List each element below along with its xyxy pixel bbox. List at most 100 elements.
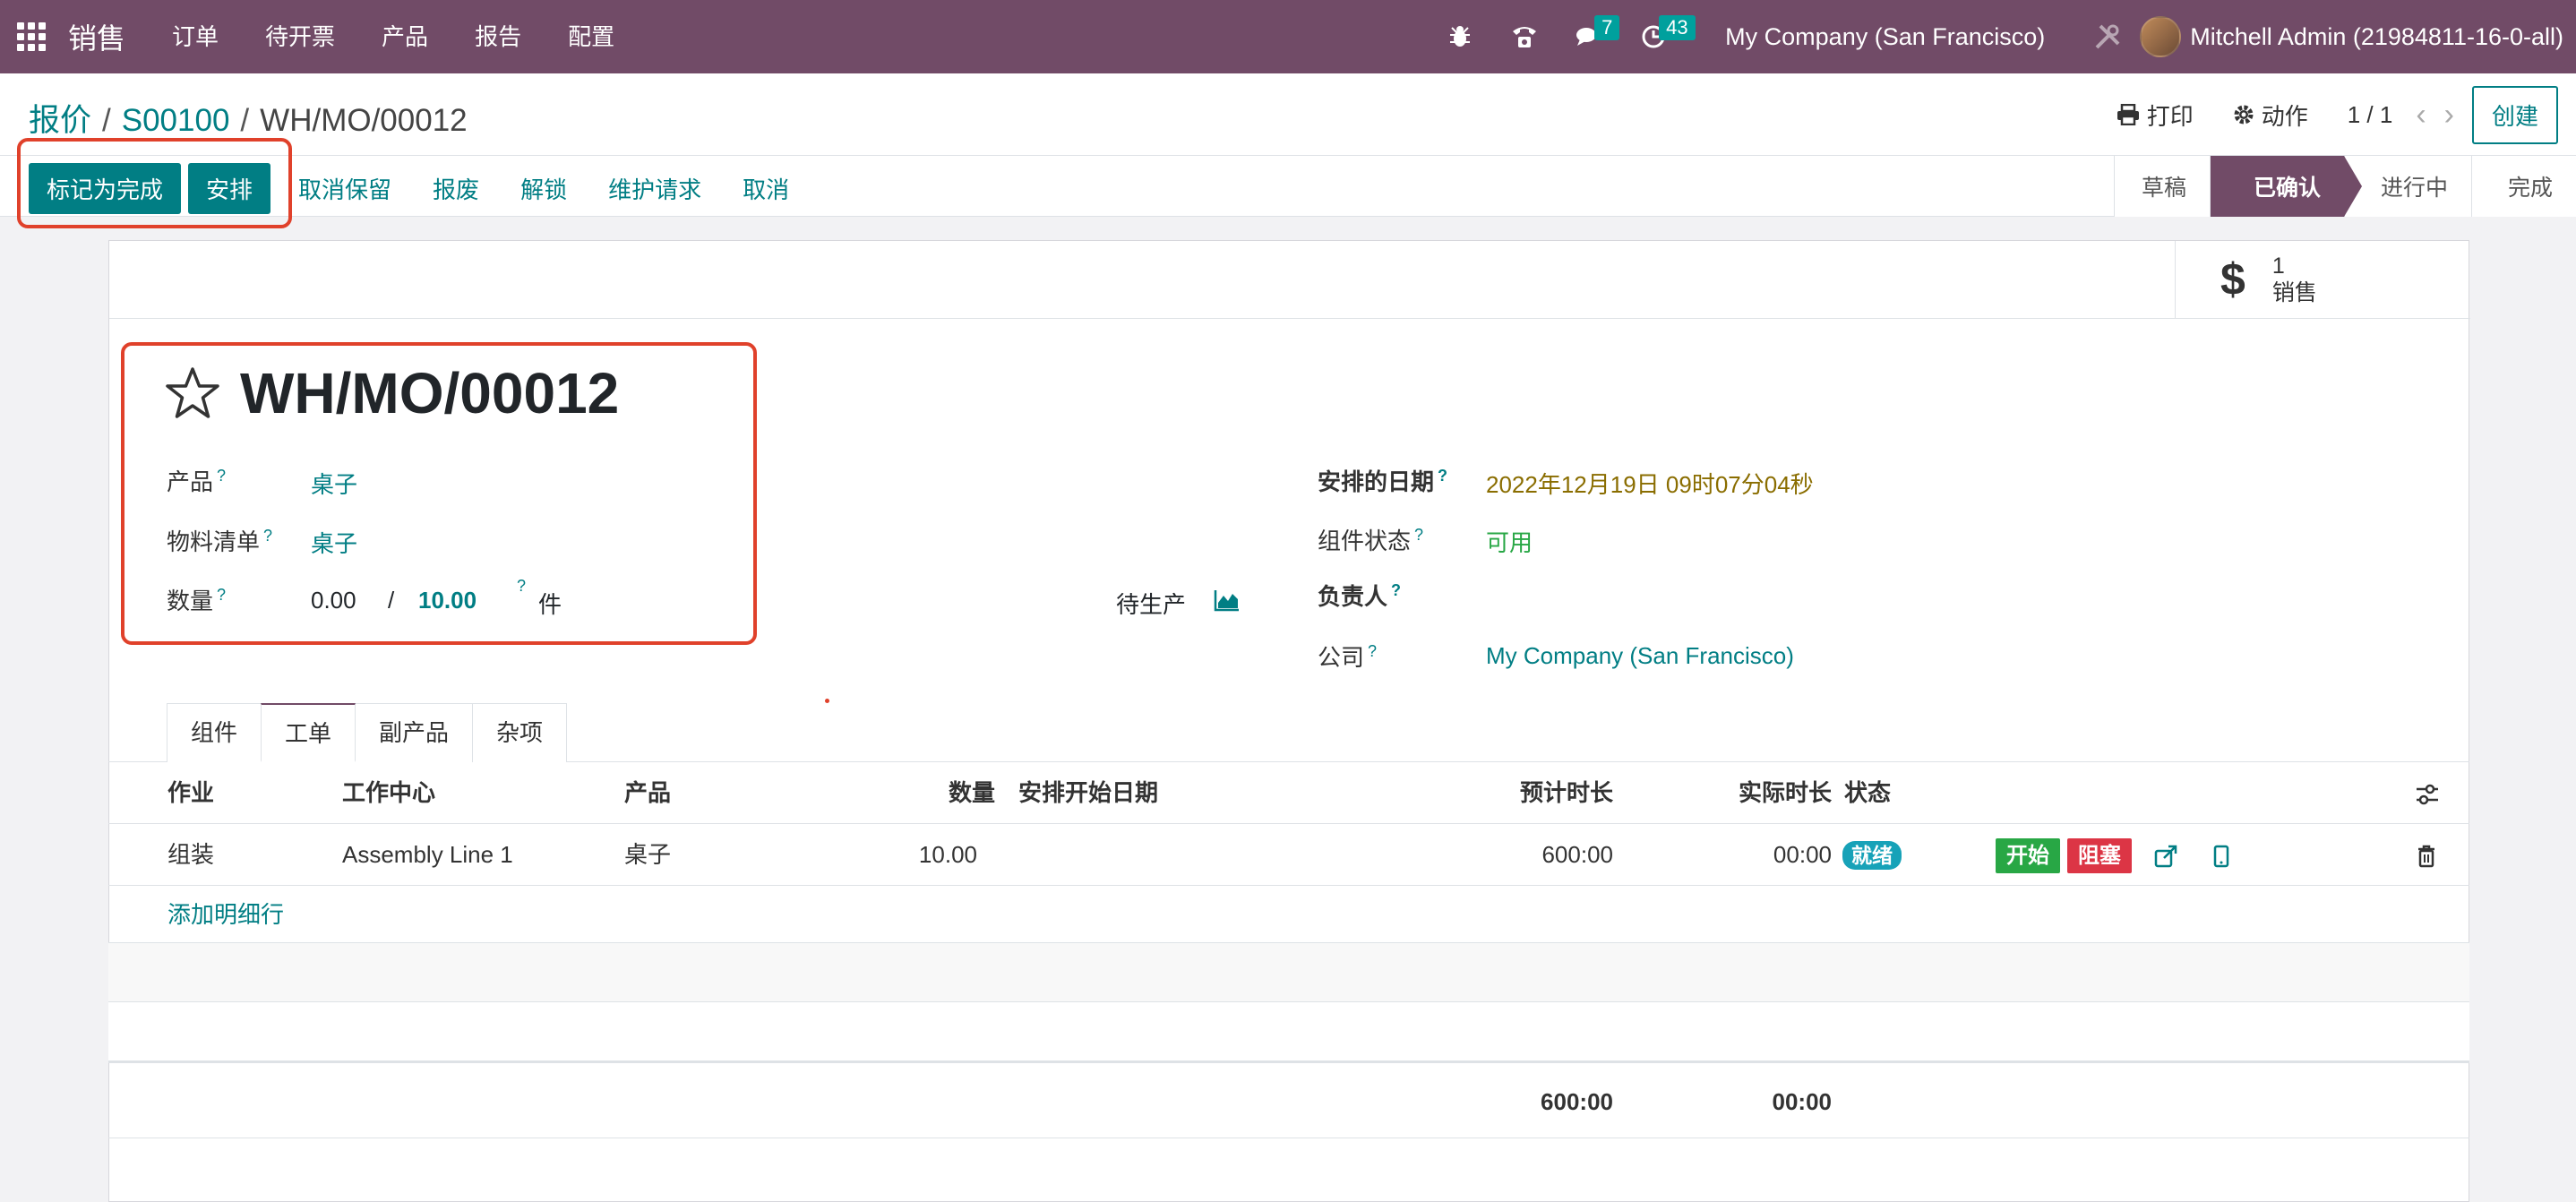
unreserve-button[interactable]: 取消保留 bbox=[278, 163, 412, 214]
col-real-duration[interactable]: 实际时长 bbox=[1649, 762, 1832, 824]
status-steps: 草稿 已确认 进行中 完成 bbox=[2113, 156, 2576, 217]
product-value[interactable]: 桌子 bbox=[311, 467, 357, 500]
cell-expected-duration: 600:00 bbox=[1541, 841, 1613, 868]
title-row: WH/MO/00012 bbox=[165, 360, 619, 426]
breadcrumb-quotations[interactable]: 报价 bbox=[29, 103, 91, 138]
divider bbox=[109, 318, 2470, 319]
col-state[interactable]: 状态 bbox=[1844, 762, 1891, 824]
debug-bug-icon[interactable] bbox=[1442, 19, 1478, 55]
company-label: 公司? bbox=[1318, 642, 1378, 671]
tab-miscellaneous[interactable]: 杂项 bbox=[472, 703, 568, 762]
create-button[interactable]: 创建 bbox=[2471, 85, 2558, 144]
annotation-highlight-actions bbox=[17, 138, 292, 228]
action-button[interactable]: 动作 bbox=[2233, 99, 2308, 132]
chat-icon[interactable]: 7 bbox=[1571, 15, 1620, 55]
user-menu[interactable]: Mitchell Admin (21984811-16-0-all) bbox=[2190, 23, 2563, 51]
quantity-total-input[interactable]: 10.00 bbox=[418, 587, 477, 614]
print-label: 打印 bbox=[2146, 102, 2194, 130]
record-title: WH/MO/00012 bbox=[240, 361, 620, 425]
app-name[interactable]: 销售 bbox=[63, 16, 149, 57]
responsible-label: 负责人? bbox=[1318, 581, 1402, 610]
cancel-button[interactable]: 取消 bbox=[722, 163, 810, 214]
print-icon bbox=[2117, 104, 2139, 125]
status-confirmed[interactable]: 已确认 bbox=[2209, 156, 2362, 217]
external-link-icon[interactable] bbox=[2153, 824, 2178, 886]
col-expected-duration[interactable]: 预计时长 bbox=[1425, 762, 1613, 824]
phone-icon[interactable] bbox=[1507, 19, 1542, 55]
sales-smart-button[interactable]: $ 1 销售 bbox=[2175, 241, 2469, 318]
status-done[interactable]: 完成 bbox=[2470, 156, 2576, 217]
block-button[interactable]: 阻塞 bbox=[2067, 838, 2132, 873]
control-panel: 报价 / S00100 / WH/MO/00012 打印 动作 1 / 1 ‹ › 创建 bbox=[0, 73, 2576, 156]
bom-value[interactable]: 桌子 bbox=[311, 526, 357, 559]
unlock-button[interactable]: 解锁 bbox=[500, 163, 588, 214]
sales-count: 1 bbox=[2271, 253, 2285, 279]
breadcrumb-current: WH/MO/00012 bbox=[260, 103, 468, 138]
cell-product: 桌子 bbox=[624, 841, 672, 868]
col-quantity[interactable]: 数量 bbox=[888, 762, 995, 824]
trash-icon[interactable] bbox=[2417, 824, 2436, 886]
pager-next-icon[interactable]: › bbox=[2444, 98, 2454, 133]
breadcrumb-order[interactable]: S00100 bbox=[122, 103, 230, 138]
table-header-row: 作业 工作中心 产品 数量 安排开始日期 预计时长 实际时长 状态 bbox=[108, 762, 2469, 824]
star-icon[interactable] bbox=[165, 366, 220, 420]
area-chart-icon[interactable] bbox=[1214, 588, 1241, 612]
cell-real-duration: 00:00 bbox=[1773, 841, 1832, 868]
empty-row bbox=[108, 1002, 2469, 1061]
totals-row: 600:00 00:00 bbox=[108, 1061, 2469, 1138]
company-value[interactable]: My Company (San Francisco) bbox=[1486, 642, 1794, 670]
quantity-label: 数量? bbox=[167, 586, 227, 614]
status-in-progress[interactable]: 进行中 bbox=[2343, 156, 2471, 217]
action-label: 动作 bbox=[2261, 102, 2308, 130]
cell-quantity: 10.00 bbox=[918, 841, 977, 868]
tab-components[interactable]: 组件 bbox=[167, 703, 262, 762]
pager-value[interactable]: 1 / 1 bbox=[2348, 101, 2393, 129]
top-navbar: 销售 订单 待开票 产品 报告 配置 7 43 My Company (San … bbox=[0, 0, 2576, 73]
chat-count-badge: 7 bbox=[1594, 15, 1620, 40]
statusbar: 标记为完成 安排 取消保留 报废 解锁 维护请求 取消 草稿 已确认 进行中 完… bbox=[0, 156, 2576, 217]
total-real-duration: 00:00 bbox=[1772, 1088, 1833, 1115]
user-avatar[interactable] bbox=[2140, 16, 2182, 57]
quantity-separator: / bbox=[388, 587, 395, 614]
gear-icon bbox=[2234, 105, 2254, 124]
pager-previous-icon[interactable]: ‹ bbox=[2416, 98, 2426, 133]
components-status-value: 可用 bbox=[1486, 529, 1533, 556]
col-product[interactable]: 产品 bbox=[624, 762, 671, 824]
sales-label: 销售 bbox=[2271, 280, 2317, 305]
menu-configuration[interactable]: 配置 bbox=[545, 0, 638, 73]
table-row[interactable]: 组装 Assembly Line 1 桌子 10.00 600:00 00:00… bbox=[108, 824, 2469, 886]
col-start-date[interactable]: 安排开始日期 bbox=[1018, 762, 1158, 824]
help-mark: ? bbox=[517, 577, 527, 595]
menu-reporting[interactable]: 报告 bbox=[451, 0, 545, 73]
tab-work-orders[interactable]: 工单 bbox=[261, 703, 356, 762]
main-menu: 订单 待开票 产品 报告 配置 bbox=[149, 0, 638, 73]
print-button[interactable]: 打印 bbox=[2117, 99, 2194, 132]
menu-orders[interactable]: 订单 bbox=[149, 0, 242, 73]
maintenance-request-button[interactable]: 维护请求 bbox=[588, 163, 722, 214]
company-switcher[interactable]: My Company (San Francisco) bbox=[1725, 23, 2045, 51]
tools-icon[interactable] bbox=[2090, 19, 2125, 55]
activity-count-badge: 43 bbox=[1659, 15, 1696, 40]
add-line-link[interactable]: 添加明细行 bbox=[167, 886, 284, 943]
menu-products[interactable]: 产品 bbox=[358, 0, 451, 73]
scrap-button[interactable]: 报废 bbox=[412, 163, 500, 214]
dollar-icon: $ bbox=[2220, 254, 2245, 305]
scheduled-date-value[interactable]: 2022年12月19日 09时07分04秒 bbox=[1486, 467, 1814, 500]
notebook-tabs: 组件 工单 副产品 杂项 bbox=[167, 703, 568, 762]
optional-columns-icon[interactable] bbox=[2415, 762, 2440, 824]
col-operation[interactable]: 作业 bbox=[167, 762, 214, 824]
breadcrumb-sep: / bbox=[102, 103, 111, 138]
add-line-row: 添加明细行 bbox=[108, 886, 2469, 943]
col-workcenter[interactable]: 工作中心 bbox=[342, 762, 435, 824]
apps-menu-icon[interactable] bbox=[0, 0, 63, 73]
activity-clock-icon[interactable]: 43 bbox=[1636, 15, 1696, 55]
uom-value[interactable]: 件 bbox=[538, 587, 562, 620]
tab-by-products[interactable]: 副产品 bbox=[355, 703, 474, 762]
empty-row bbox=[108, 943, 2469, 1002]
start-button[interactable]: 开始 bbox=[1996, 838, 2060, 873]
status-draft[interactable]: 草稿 bbox=[2113, 156, 2210, 217]
total-expected-duration: 600:00 bbox=[1541, 1088, 1613, 1115]
tablet-icon[interactable] bbox=[2213, 824, 2229, 886]
menu-to-invoice[interactable]: 待开票 bbox=[242, 0, 358, 73]
to-produce-label: 待生产 bbox=[1116, 591, 1187, 618]
